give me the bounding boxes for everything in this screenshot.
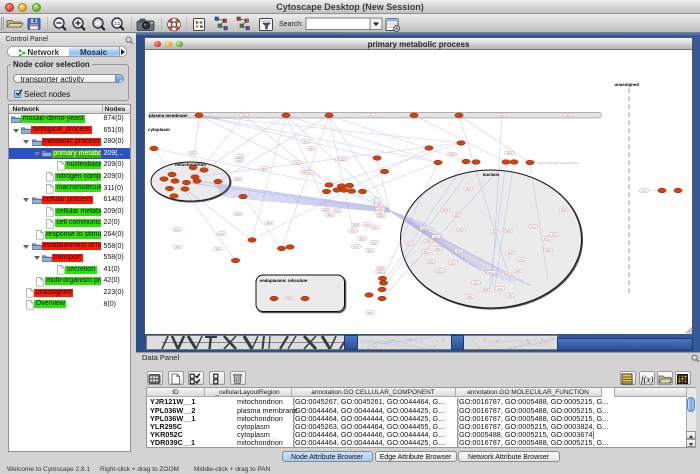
svg-text:abcd: abcd xyxy=(378,267,384,270)
svg-text:abcd: abcd xyxy=(236,159,242,162)
svg-text:abcd: abcd xyxy=(507,252,513,255)
svg-text:abcd: abcd xyxy=(507,294,513,297)
svg-text:abcd: abcd xyxy=(483,289,489,292)
svg-text:abcd: abcd xyxy=(175,246,181,249)
svg-text:abcd: abcd xyxy=(499,114,505,117)
svg-text:abcd: abcd xyxy=(308,147,314,150)
svg-text:abcd: abcd xyxy=(266,222,272,225)
svg-text:abcd: abcd xyxy=(353,224,359,227)
svg-text:xxxxxx xxxxxxxx xxxxxxx xxxxx: xxxxxx xxxxxxxx xxxxxxx xxxxx xyxy=(537,161,579,165)
svg-text:abcd: abcd xyxy=(241,114,247,117)
svg-text:abcd: abcd xyxy=(467,295,473,298)
svg-text:abcd: abcd xyxy=(428,260,434,263)
svg-text:f(x): f(x) xyxy=(641,374,654,384)
svg-text:abcd: abcd xyxy=(359,237,365,240)
svg-text:abcd: abcd xyxy=(323,209,329,212)
svg-text:abcd: abcd xyxy=(422,227,428,230)
svg-text:abcd: abcd xyxy=(190,152,196,155)
svg-text:abcd: abcd xyxy=(303,140,309,143)
svg-text:cytoplasm: cytoplasm xyxy=(148,127,170,132)
svg-text:abcd: abcd xyxy=(515,270,521,273)
svg-text:abcd: abcd xyxy=(235,213,241,216)
svg-text:abcd: abcd xyxy=(506,230,512,233)
svg-text:abcd: abcd xyxy=(449,153,455,156)
svg-text:abcd: abcd xyxy=(340,157,346,160)
svg-text:abcd: abcd xyxy=(287,297,293,300)
svg-text:abcd: abcd xyxy=(371,241,377,244)
svg-text:abcd: abcd xyxy=(551,233,557,236)
svg-text:abcd: abcd xyxy=(454,213,460,216)
svg-text:abcd: abcd xyxy=(545,249,551,252)
svg-text:abcd: abcd xyxy=(497,287,503,290)
svg-text:unassigned: unassigned xyxy=(615,82,639,87)
svg-text:abcd: abcd xyxy=(174,228,180,231)
svg-text:plasma membrane: plasma membrane xyxy=(149,112,188,117)
svg-text:abcd: abcd xyxy=(353,245,359,248)
svg-text:abcd: abcd xyxy=(433,235,439,238)
svg-text:abcd: abcd xyxy=(307,171,313,174)
svg-text:abcd: abcd xyxy=(435,247,441,250)
svg-text:abcd: abcd xyxy=(377,271,383,274)
svg-text:abcd: abcd xyxy=(424,250,430,253)
svg-text:abcd: abcd xyxy=(327,214,333,217)
svg-text:abcd: abcd xyxy=(364,223,370,226)
svg-text:abcd: abcd xyxy=(335,209,341,212)
svg-text:abcd: abcd xyxy=(443,209,449,212)
svg-text:abcd: abcd xyxy=(368,114,374,117)
svg-text:abcd: abcd xyxy=(426,240,432,243)
svg-text:abcd: abcd xyxy=(367,249,373,252)
svg-text:abcd: abcd xyxy=(488,271,494,274)
svg-text:abcd: abcd xyxy=(519,258,525,261)
svg-text:abcd: abcd xyxy=(407,242,413,245)
svg-text:abcd: abcd xyxy=(237,155,243,158)
svg-text:abcd: abcd xyxy=(641,189,647,192)
svg-text:abcd: abcd xyxy=(466,188,472,191)
svg-text:abcd: abcd xyxy=(437,269,443,272)
svg-text:abcd: abcd xyxy=(561,209,567,212)
svg-text:abcd: abcd xyxy=(530,225,536,228)
svg-text:abcd: abcd xyxy=(235,178,241,181)
svg-text:abcd: abcd xyxy=(294,161,300,164)
svg-text:nucleus: nucleus xyxy=(483,172,500,177)
svg-text:abcd: abcd xyxy=(456,250,462,253)
svg-text:abcd: abcd xyxy=(372,226,378,229)
svg-text:abcd: abcd xyxy=(458,229,464,232)
svg-text:abcd: abcd xyxy=(378,215,384,218)
svg-text:abcd: abcd xyxy=(544,237,550,240)
svg-text:abcd: abcd xyxy=(367,311,373,314)
svg-text:abcd: abcd xyxy=(504,273,510,276)
svg-text:abcd: abcd xyxy=(492,231,498,234)
svg-text:endoplasmic reticulum: endoplasmic reticulum xyxy=(260,278,308,283)
svg-text:abcd: abcd xyxy=(565,114,571,117)
svg-text:abcd: abcd xyxy=(506,152,512,155)
svg-text:abcd: abcd xyxy=(350,229,356,232)
svg-text:abcd: abcd xyxy=(376,204,382,207)
svg-text:abcd: abcd xyxy=(261,167,267,170)
svg-text:abcd: abcd xyxy=(473,281,479,284)
svg-text:abcd: abcd xyxy=(219,232,225,235)
svg-text:abcd: abcd xyxy=(215,248,221,251)
svg-text:abcd: abcd xyxy=(450,261,456,264)
